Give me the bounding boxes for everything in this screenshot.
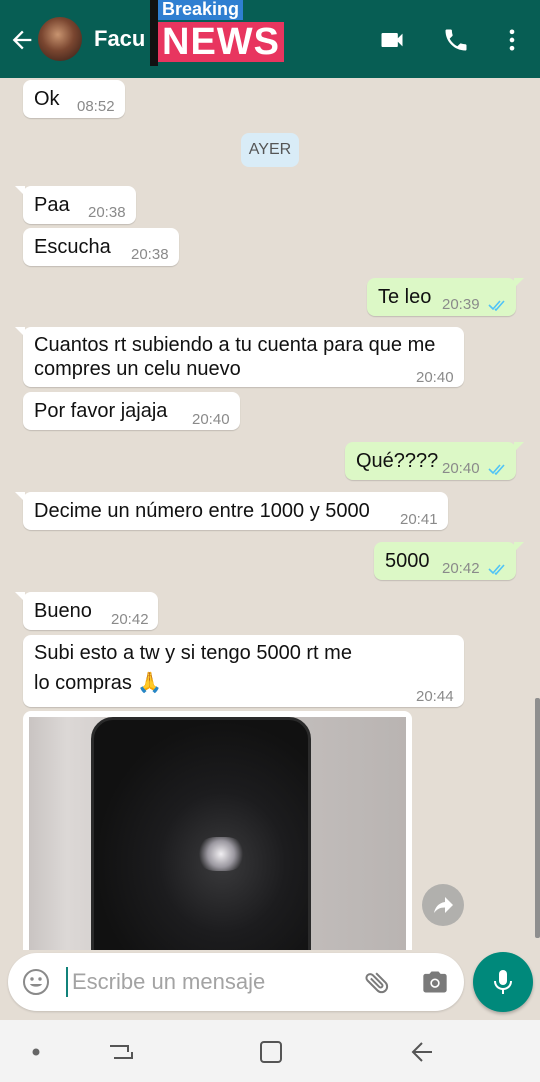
video-call-icon[interactable] bbox=[377, 26, 407, 54]
back-nav-icon[interactable] bbox=[408, 1038, 438, 1066]
message-time: 20:39 bbox=[442, 296, 480, 313]
photo-phone-shape bbox=[91, 717, 311, 950]
message-time: 20:42 bbox=[111, 611, 149, 628]
bubble-tail bbox=[514, 442, 524, 452]
message-status: 20:39 bbox=[442, 293, 508, 317]
chat-header: Facu Breaking NEWS bbox=[0, 0, 540, 78]
message-text: Ok bbox=[34, 88, 60, 110]
read-receipt-icon bbox=[488, 564, 505, 575]
message-bubble[interactable]: Decime un número entre 1000 y 5000 20:41 bbox=[15, 492, 448, 530]
message-text-line: Subi esto a tw y si tengo 5000 rt me bbox=[34, 642, 352, 664]
emoji-icon[interactable] bbox=[22, 968, 50, 996]
arrow-left-icon[interactable] bbox=[8, 26, 36, 54]
message-text: Escucha bbox=[34, 236, 111, 258]
bubble-tail bbox=[15, 327, 25, 337]
bubble-tail bbox=[514, 278, 524, 288]
message-time: 20:38 bbox=[131, 246, 169, 263]
sticker-edge bbox=[150, 0, 158, 66]
more-vert-icon[interactable] bbox=[497, 26, 527, 54]
mic-button[interactable] bbox=[473, 952, 533, 1012]
message-time: 20:40 bbox=[192, 411, 230, 428]
message-bubble[interactable]: Por favor jajaja 20:40 bbox=[23, 392, 240, 430]
message-bubble[interactable]: Qué???? 20:40 bbox=[345, 442, 524, 481]
dot-icon[interactable] bbox=[30, 1046, 42, 1058]
message-text: Te leo bbox=[378, 286, 432, 308]
message-time: 08:52 bbox=[77, 98, 115, 115]
message-time: 20:40 bbox=[442, 460, 480, 477]
message-bubble[interactable]: Escucha 20:38 bbox=[23, 228, 179, 266]
share-icon[interactable] bbox=[422, 884, 464, 926]
avatar[interactable] bbox=[38, 17, 82, 61]
message-text: Decime un número entre 1000 y 5000 bbox=[34, 500, 370, 522]
message-time: 20:44 bbox=[416, 688, 454, 705]
forward-arrow-icon bbox=[434, 897, 453, 913]
message-text: 5000 bbox=[385, 550, 430, 572]
image-message[interactable] bbox=[23, 711, 412, 950]
message-status: 20:40 bbox=[442, 457, 508, 481]
news-label: NEWS bbox=[158, 22, 284, 62]
message-text-line: lo compras 🙏 bbox=[34, 672, 163, 694]
paperclip-icon[interactable] bbox=[362, 967, 392, 997]
bubble-tail bbox=[15, 592, 25, 602]
home-icon[interactable] bbox=[256, 1038, 286, 1066]
message-bubble[interactable]: Ok 08:52 bbox=[23, 80, 125, 118]
message-text: Qué???? bbox=[356, 450, 439, 472]
message-time: 20:42 bbox=[442, 560, 480, 577]
message-status: 20:42 bbox=[442, 557, 508, 581]
message-time: 20:41 bbox=[400, 511, 438, 528]
message-bubble[interactable]: Te leo 20:39 bbox=[367, 278, 524, 317]
bubble-tail bbox=[15, 186, 25, 196]
message-composer bbox=[8, 953, 464, 1011]
message-list[interactable]: Ok 08:52 AYER Paa 20:38 Escucha 20:38 Te… bbox=[0, 78, 540, 950]
bubble-tail bbox=[514, 542, 524, 552]
message-bubble[interactable]: Bueno 20:42 bbox=[15, 592, 158, 630]
phone-icon[interactable] bbox=[441, 26, 471, 54]
message-text-line: Cuantos rt subiendo a tu cuenta para que… bbox=[34, 334, 436, 356]
breaking-label: Breaking bbox=[158, 0, 244, 20]
photo-glare bbox=[197, 837, 245, 871]
message-input[interactable] bbox=[66, 967, 352, 997]
mic-icon bbox=[494, 970, 512, 994]
recent-apps-icon[interactable] bbox=[106, 1038, 136, 1066]
system-nav-bar bbox=[0, 1020, 540, 1082]
message-bubble[interactable]: Cuantos rt subiendo a tu cuenta para que… bbox=[15, 327, 464, 387]
contact-name[interactable]: Facu bbox=[94, 26, 154, 52]
message-text-line: compres un celu nuevo bbox=[34, 358, 241, 380]
message-bubble[interactable]: Subi esto a tw y si tengo 5000 rt me lo … bbox=[23, 635, 464, 707]
message-time: 20:38 bbox=[88, 204, 126, 221]
message-bubble[interactable]: 5000 20:42 bbox=[374, 542, 524, 581]
breaking-news-sticker: Breaking NEWS bbox=[150, 0, 285, 66]
read-receipt-icon bbox=[488, 300, 505, 311]
message-text: Por favor jajaja bbox=[34, 400, 168, 422]
bubble-tail bbox=[15, 492, 25, 502]
camera-icon[interactable] bbox=[421, 968, 449, 996]
message-time: 20:40 bbox=[416, 369, 454, 386]
message-text: Paa bbox=[34, 194, 70, 216]
date-separator: AYER bbox=[241, 133, 299, 167]
message-text: Bueno bbox=[34, 600, 92, 622]
read-receipt-icon bbox=[488, 464, 505, 475]
scrollbar[interactable] bbox=[535, 698, 540, 938]
phone-photo[interactable] bbox=[29, 717, 406, 950]
message-bubble[interactable]: Paa 20:38 bbox=[15, 186, 136, 224]
